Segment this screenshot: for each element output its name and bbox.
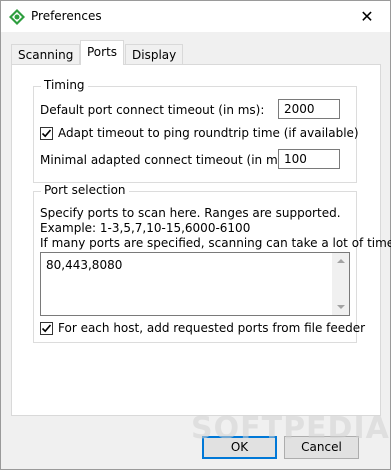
tab-strip: Scanning Ports Display	[1, 32, 390, 68]
preferences-window: Preferences ✕ Scanning Ports Display Tim…	[0, 0, 391, 470]
scroll-up-icon[interactable]	[337, 259, 345, 263]
ports-scrollbar[interactable]	[332, 253, 349, 315]
port-selection-group-title: Port selection	[41, 183, 129, 197]
ok-button[interactable]: OK	[202, 436, 277, 459]
cancel-button[interactable]: Cancel	[284, 436, 359, 459]
ports-tab-panel: Timing Default port connect timeout (in …	[11, 64, 391, 416]
file-feeder-checkbox[interactable]	[40, 322, 53, 335]
port-help-line-3: If many ports are specified, scanning ca…	[40, 236, 391, 250]
ports-value: 80,443,8080	[46, 258, 123, 272]
minimal-timeout-input[interactable]: 100	[278, 149, 340, 169]
adapt-timeout-label: Adapt timeout to ping roundtrip time (if…	[58, 126, 359, 140]
adapt-timeout-checkbox[interactable]	[40, 127, 53, 140]
timing-group: Timing Default port connect timeout (in …	[33, 78, 359, 183]
port-help-line-1: Specify ports to scan here. Ranges are s…	[40, 206, 341, 220]
default-timeout-input[interactable]: 2000	[278, 99, 340, 119]
app-icon	[9, 9, 25, 25]
window-title: Preferences	[31, 9, 102, 23]
ports-textarea[interactable]: 80,443,8080	[40, 252, 350, 316]
scroll-down-icon[interactable]	[337, 305, 345, 309]
port-help-line-2: Example: 1-3,5,7,10-15,6000-6100	[40, 221, 251, 235]
port-selection-group: Port selection Specify ports to scan her…	[33, 183, 391, 343]
tab-ports[interactable]: Ports	[80, 40, 125, 65]
file-feeder-label: For each host, add requested ports from …	[58, 321, 366, 335]
default-timeout-label: Default port connect timeout (in ms):	[40, 103, 265, 117]
tab-display[interactable]: Display	[125, 44, 184, 65]
close-icon: ✕	[360, 7, 374, 26]
close-button[interactable]: ✕	[344, 1, 390, 32]
tab-scanning[interactable]: Scanning	[11, 44, 81, 65]
checkmark-icon	[41, 129, 52, 138]
title-bar[interactable]: Preferences ✕	[1, 1, 390, 32]
minimal-timeout-label: Minimal adapted connect timeout (in ms):	[40, 153, 293, 167]
checkmark-icon	[41, 324, 52, 333]
timing-group-title: Timing	[41, 78, 88, 92]
